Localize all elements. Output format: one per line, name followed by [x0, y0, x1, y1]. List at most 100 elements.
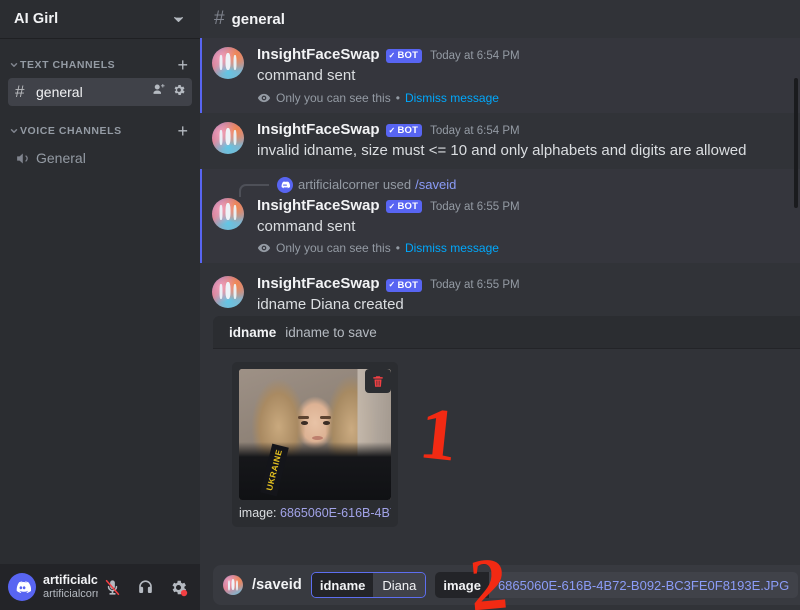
user-identity[interactable]: artificialc... artificialcorn... — [43, 573, 98, 600]
message-timestamp: Today at 6:54 PM — [430, 50, 520, 62]
bot-badge-label: BOT — [397, 50, 419, 62]
message-author[interactable]: InsightFaceSwap — [257, 275, 380, 293]
message-item: InsightFaceSwap ✓ BOT Today at 6:54 PM in… — [200, 113, 800, 169]
dismiss-message-link[interactable]: Dismiss message — [405, 241, 499, 255]
plus-icon[interactable]: + — [177, 56, 192, 74]
command-option-popout: idname idname to save UKRAINE image: 686… — [213, 316, 800, 560]
message-text: command sent — [257, 217, 356, 235]
user-panel: artificialc... artificialcorn... — [0, 564, 200, 610]
dismiss-message-link[interactable]: Dismiss message — [405, 91, 499, 105]
user-display-name: artificialc... — [43, 573, 98, 588]
ephemeral-note: Only you can see this — [276, 90, 391, 105]
message-item: InsightFaceSwap ✓ BOT Today at 6:55 PM id… — [200, 263, 800, 323]
bot-badge-label: BOT — [397, 279, 419, 291]
bot-badge-label: BOT — [397, 124, 419, 136]
sidebar-item-label: general — [36, 84, 83, 100]
bot-badge: ✓ BOT — [385, 123, 423, 138]
category-text-channels[interactable]: TEXT CHANNELS + — [0, 54, 200, 76]
speaker-icon — [15, 150, 36, 167]
gear-icon[interactable] — [164, 573, 192, 601]
message-author[interactable]: InsightFaceSwap — [257, 197, 380, 215]
avatar[interactable] — [212, 276, 244, 309]
sidebar-item-voice-general[interactable]: General — [8, 144, 192, 172]
message-author[interactable]: InsightFaceSwap — [257, 46, 380, 64]
command-used-verb: used — [382, 177, 412, 193]
category-voice-channels[interactable]: VOICE CHANNELS + — [0, 120, 200, 142]
message-author[interactable]: InsightFaceSwap — [257, 121, 380, 139]
plus-icon[interactable]: + — [177, 122, 192, 140]
command-name: /saveid — [252, 577, 302, 593]
scrollbar[interactable] — [794, 78, 798, 208]
separator-dot: • — [395, 241, 400, 256]
hash-icon: # — [214, 8, 225, 29]
discord-logo-icon — [277, 176, 293, 193]
avatar[interactable] — [212, 47, 244, 79]
trash-icon[interactable] — [365, 369, 391, 393]
command-name-link[interactable]: /saveid — [415, 177, 456, 192]
user-username: artificialcorn... — [43, 587, 98, 600]
message-text: idname Diana created — [257, 296, 404, 314]
eye-icon — [257, 241, 271, 255]
server-name: AI Girl — [14, 11, 59, 27]
attachment-label: image: 6865060E-616B-4B7… — [239, 506, 391, 520]
attachment-filename: 6865060E-616B-4B7… — [280, 506, 391, 520]
category-label: VOICE CHANNELS — [20, 125, 122, 137]
mic-muted-icon[interactable] — [98, 573, 126, 601]
option-key-label: idname — [229, 324, 277, 340]
command-used-row: artificialcorner used /saveid — [212, 174, 788, 198]
bot-badge: ✓ BOT — [385, 49, 423, 63]
message-input-area: /saveid idname Diana image 6865060E-616B… — [213, 560, 800, 610]
category-label: TEXT CHANNELS — [20, 59, 116, 71]
discord-app-window: AI Girl TEXT CHANNELS + # general VOICE … — [0, 0, 800, 610]
bot-badge: ✓ BOT — [385, 278, 423, 292]
message-timestamp: Today at 6:54 PM — [430, 124, 520, 137]
arg-value[interactable]: Diana — [373, 573, 426, 597]
bot-badge-label: BOT — [397, 200, 419, 212]
gear-icon[interactable] — [172, 83, 186, 102]
sidebar-item-general[interactable]: # general — [8, 78, 192, 106]
headphones-icon[interactable] — [131, 573, 159, 601]
attachment-preview-card: UKRAINE image: 6865060E-616B-4B7… — [232, 362, 398, 527]
option-description: idname to save — [285, 324, 377, 340]
check-icon: ✓ — [388, 201, 396, 211]
check-icon: ✓ — [388, 51, 396, 60]
command-arg-idname[interactable]: idname Diana — [310, 572, 427, 598]
chevron-down-icon[interactable] — [171, 12, 186, 27]
message-timestamp: Today at 6:55 PM — [430, 279, 520, 292]
chevron-down-icon — [8, 60, 20, 70]
arg-key-label: idname — [311, 573, 374, 597]
bot-badge: ✓ BOT — [385, 199, 423, 214]
avatar[interactable] — [212, 197, 244, 230]
hash-icon: # — [15, 82, 25, 101]
command-input-bar[interactable]: /saveid idname Diana image 6865060E-616B… — [213, 565, 800, 605]
sidebar-item-label: General — [36, 150, 86, 166]
eye-icon — [257, 91, 271, 105]
page-title: general — [231, 10, 285, 28]
popout-header: idname idname to save — [213, 316, 800, 349]
person-add-icon[interactable] — [151, 82, 166, 102]
message-item: artificialcorner used /saveid InsightFac… — [200, 168, 800, 264]
command-arg-image[interactable]: image 6865060E-616B-4B72-B092-BC3FE0F819… — [435, 572, 799, 598]
chevron-down-icon — [8, 126, 20, 136]
attachment-label-key: image: — [239, 506, 277, 520]
arg-value[interactable]: 6865060E-616B-4B72-B092-BC3FE0F8193E.JPG — [488, 572, 799, 598]
popout-body: UKRAINE image: 6865060E-616B-4B7… — [213, 349, 800, 560]
ephemeral-note: Only you can see this — [276, 241, 391, 256]
message-item: InsightFaceSwap ✓ BOT Today at 6:54 PM co… — [200, 38, 800, 113]
message-text: invalid idname, size must <= 10 and only… — [257, 141, 747, 159]
reply-spine — [239, 184, 269, 198]
server-header[interactable]: AI Girl — [0, 0, 200, 38]
avatar[interactable] — [212, 121, 244, 154]
channel-list: TEXT CHANNELS + # general VOICE CHANNELS… — [0, 38, 200, 564]
avatar[interactable] — [8, 573, 36, 601]
separator-dot: • — [395, 90, 400, 105]
command-user-name[interactable]: artificialcorner — [298, 177, 379, 192]
check-icon: ✓ — [388, 125, 396, 135]
message-text: command sent — [257, 67, 356, 84]
bot-avatar-icon — [223, 575, 243, 595]
arg-key-label: image — [435, 572, 489, 598]
message-timestamp: Today at 6:55 PM — [430, 200, 520, 213]
channel-sidebar: AI Girl TEXT CHANNELS + # general VOICE … — [0, 0, 200, 610]
channel-header: # general — [200, 0, 800, 38]
check-icon: ✓ — [388, 280, 396, 290]
